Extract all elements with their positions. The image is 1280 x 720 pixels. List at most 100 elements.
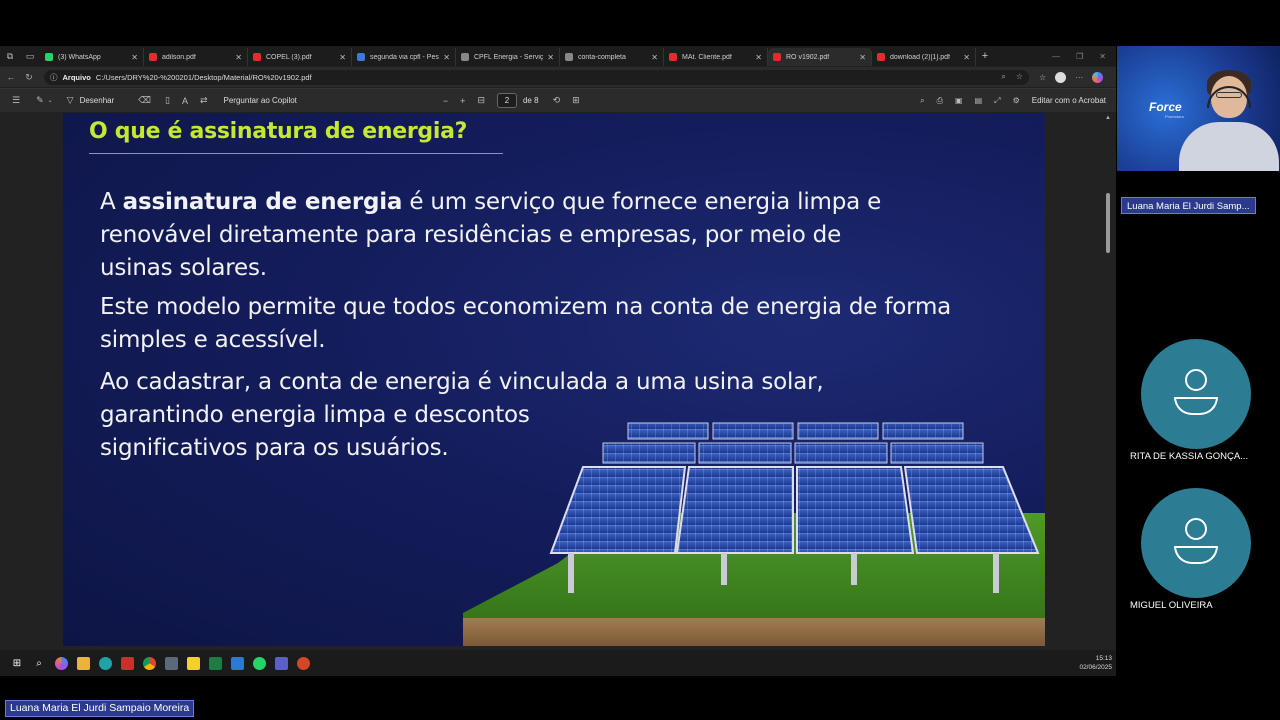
paragraph-2: Este modelo permite que todos economizem… [100,294,952,353]
tab-favicon-icon [461,53,469,61]
speaker-body [1179,122,1279,171]
draw-icon[interactable]: ▽ [67,95,74,106]
edit-acrobat-button[interactable]: Editar com o Acrobat [1032,96,1106,105]
participant-avatar[interactable] [1141,339,1251,449]
save-as-icon[interactable]: ▤ [975,96,983,105]
copilot-icon[interactable] [1092,71,1104,83]
chrome-icon[interactable] [140,654,158,672]
refresh-icon[interactable]: ↻ [22,72,36,83]
file-icon: ⓘ [50,72,58,82]
dropdown-chevron-icon[interactable]: ⌄ [48,97,53,104]
new-tab-button[interactable]: + [976,50,994,62]
person-icon-shoulders [1174,397,1218,415]
tab-label: adilson.pdf [162,53,196,61]
tab-close-icon[interactable]: ✕ [443,53,450,62]
shared-screen: ⧉ ▭ (3) WhatsApp ✕ adilson.pdf ✕ COPEL (3).p… [0,46,1116,676]
view-icon[interactable]: ▯ [165,95,170,106]
tab-close-icon[interactable]: ✕ [755,53,762,62]
fit-page-icon[interactable]: ⊟ [477,95,485,106]
more-menu-icon[interactable]: ··· [1075,73,1083,82]
page-view-icon[interactable]: ⊞ [572,95,580,106]
browser-tab[interactable]: MAt. Cliente.pdf ✕ [664,48,768,66]
save-icon[interactable]: ▣ [955,96,963,105]
fullscreen-icon[interactable]: ⤢ [994,96,1000,106]
tab-favicon-icon [669,53,677,61]
powerpoint-icon[interactable] [294,654,312,672]
tab-favicon-icon [357,53,365,61]
highlight-icon[interactable]: ✎ [36,95,44,106]
tab-actions-icon[interactable]: ▭ [20,46,40,66]
close-window-icon[interactable]: ✕ [1099,52,1106,61]
page-number-input[interactable]: 2 [496,93,517,108]
whatsapp-icon[interactable] [250,654,268,672]
workspaces-icon[interactable]: ⧉ [0,46,20,66]
sticky-notes-icon[interactable] [184,654,202,672]
browser-tab[interactable]: download (2)[1].pdf ✕ [872,48,976,66]
draw-button[interactable]: Desenhar [80,96,115,105]
tab-close-icon[interactable]: ✕ [547,53,554,62]
tab-label: COPEL (3).pdf [266,53,312,61]
tab-close-icon[interactable]: ✕ [339,53,346,62]
browser-tab[interactable]: (3) WhatsApp ✕ [40,48,144,66]
profile-icon[interactable] [1055,71,1067,83]
zoom-icon[interactable]: ⌕ [1001,72,1005,82]
calculator-icon[interactable] [162,654,180,672]
browser-tab[interactable]: segunda via cpfl - Pes ✕ [352,48,456,66]
p1-pre: A [100,189,123,215]
pdf-toolbar: ☰ ✎ ⌄ ▽ Desenhar ⌫ ▯ A ⇄ Perguntar ao Co… [0,88,1116,112]
tab-close-icon[interactable]: ✕ [131,53,138,62]
windows-taskbar: ⊞ ⌕ 15:13 02/06/2025 [0,650,1116,676]
file-explorer-icon[interactable] [74,654,92,672]
zoom-in-icon[interactable]: + [460,96,465,106]
eraser-icon[interactable]: ⌫ [138,95,151,106]
tab-close-icon[interactable]: ✕ [651,53,658,62]
search-icon[interactable]: ⌕ [920,96,924,106]
zoom-out-icon[interactable]: − [443,96,448,106]
teams-icon[interactable] [272,654,290,672]
address-bar-row: ← ↻ ⓘ Arquivo C:/Users/DRY%20-%200201/De… [0,67,1116,87]
tab-close-icon[interactable]: ✕ [859,53,866,62]
participant-name: MIGUEL OLIVEIRA [1130,600,1213,611]
restore-icon[interactable]: ❐ [1076,52,1083,61]
system-clock[interactable]: 15:13 02/06/2025 [1079,654,1116,672]
browser-tab[interactable]: COPEL (3).pdf ✕ [248,48,352,66]
read-aloud-icon[interactable]: A [182,96,188,106]
browser-tab[interactable]: RO v1902.pdf ✕ [768,48,872,66]
browser-tab[interactable]: CPFL Energia - Serviç ✕ [456,48,560,66]
rotate-icon[interactable]: ⟲ [553,95,561,106]
app-red-icon[interactable] [118,654,136,672]
address-bar[interactable]: ⓘ Arquivo C:/Users/DRY%20-%200201/Deskto… [44,69,1029,85]
start-menu-icon[interactable]: ⊞ [8,654,26,672]
pdf-document-area[interactable]: O que é assinatura de energia? A assinat… [0,113,1116,676]
favorite-star-icon[interactable]: ☆ [1016,72,1023,82]
slide-title: O que é assinatura de energia? [89,119,468,144]
url-text[interactable]: C:/Users/DRY%20-%200201/Desktop/Material… [96,73,312,82]
back-icon[interactable]: ← [4,72,18,82]
favorites-icon[interactable]: ☆ [1039,73,1046,82]
minimize-icon[interactable]: — [1052,52,1060,61]
page-total: de 8 [522,96,539,105]
print-icon[interactable]: ⎙ [937,96,943,106]
scrollbar-thumb[interactable] [1106,193,1110,253]
settings-gear-icon[interactable]: ⚙ [1013,96,1020,105]
ask-copilot-button[interactable]: Perguntar ao Copilot [224,96,297,105]
taskbar-search-icon[interactable]: ⌕ [30,654,48,672]
participant-avatar[interactable] [1141,488,1251,598]
speaker-name-label: Luana Maria El Jurdi Samp... [1121,197,1256,214]
browser-tab[interactable]: conta-completa ✕ [560,48,664,66]
browser-tab[interactable]: adilson.pdf ✕ [144,48,248,66]
photos-icon[interactable] [228,654,246,672]
vertical-scrollbar[interactable]: ▲ ▼ [1105,113,1111,676]
tab-close-icon[interactable]: ✕ [235,53,242,62]
tab-favicon-icon [565,53,573,61]
excel-icon[interactable] [206,654,224,672]
copilot-taskbar-icon[interactable] [52,654,70,672]
tab-close-icon[interactable]: ✕ [963,53,970,62]
translate-icon[interactable]: ⇄ [200,95,208,106]
tab-label: CPFL Energia - Serviç [474,53,544,61]
tab-favicon-icon [253,53,261,61]
speaker-video-tile[interactable]: Force Promotora [1117,46,1280,171]
edge-icon[interactable] [96,654,114,672]
scroll-up-icon[interactable]: ▲ [1105,115,1111,121]
contents-icon[interactable]: ☰ [12,95,20,106]
